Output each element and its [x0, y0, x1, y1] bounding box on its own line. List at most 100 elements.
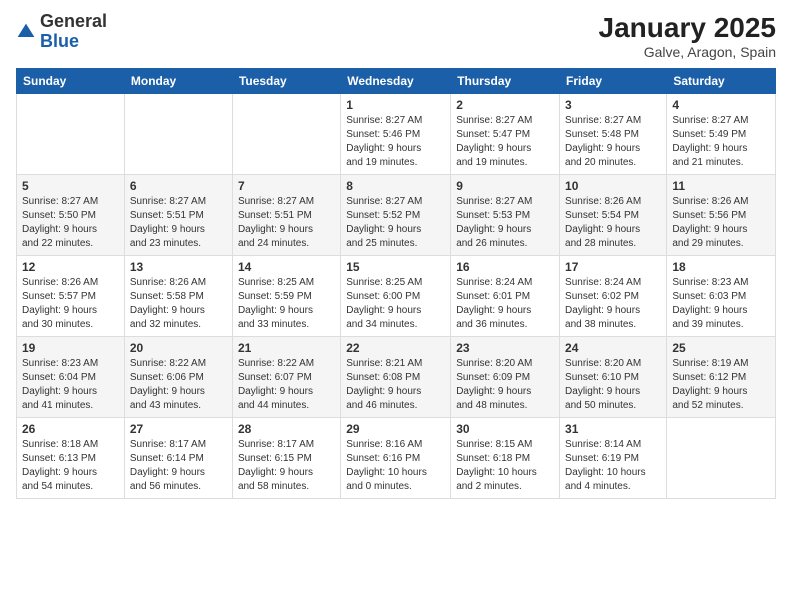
- day-info: Sunrise: 8:26 AM Sunset: 5:56 PM Dayligh…: [672, 195, 770, 251]
- day-info: Sunrise: 8:16 AM Sunset: 6:16 PM Dayligh…: [346, 438, 445, 494]
- day-number: 13: [130, 260, 227, 274]
- day-number: 26: [22, 422, 119, 436]
- day-number: 17: [565, 260, 661, 274]
- table-row: 28 Sunrise: 8:17 AM Sunset: 6:15 PM Dayli…: [232, 418, 340, 499]
- table-row: 2 Sunrise: 8:27 AM Sunset: 5:47 PM Daylig…: [451, 94, 560, 175]
- calendar-week-row: 12Sunrise: 8:26 AM Sunset: 5:57 PM Dayli…: [17, 256, 776, 337]
- day-info: Sunrise: 8:23 AM Sunset: 6:03 PM Dayligh…: [672, 276, 770, 332]
- table-row: 31 Sunrise: 8:14 AM Sunset: 6:19 PM Dayli…: [560, 418, 667, 499]
- table-row: [124, 94, 232, 175]
- table-row: 13 Sunrise: 8:26 AM Sunset: 5:58 PM Dayli…: [124, 256, 232, 337]
- col-friday: Friday: [560, 69, 667, 94]
- table-row: 10Sunrise: 8:26 AM Sunset: 5:54 PM Dayli…: [560, 175, 667, 256]
- day-number: 7: [238, 179, 335, 193]
- day-info: Sunrise: 8:26 AM Sunset: 5:58 PM Dayligh…: [130, 276, 227, 332]
- day-info: Sunrise: 8:21 AM Sunset: 6:08 PM Dayligh…: [346, 357, 445, 413]
- day-info: Sunrise: 8:27 AM Sunset: 5:51 PM Dayligh…: [130, 195, 227, 251]
- day-number: 30: [456, 422, 554, 436]
- day-info: Sunrise: 8:27 AM Sunset: 5:48 PM Dayligh…: [565, 114, 661, 170]
- day-info: Sunrise: 8:25 AM Sunset: 6:00 PM Dayligh…: [346, 276, 445, 332]
- day-number: 22: [346, 341, 445, 355]
- logo-blue: Blue: [40, 31, 79, 51]
- day-info: Sunrise: 8:24 AM Sunset: 6:01 PM Dayligh…: [456, 276, 554, 332]
- table-row: 9Sunrise: 8:27 AM Sunset: 5:53 PM Daylig…: [451, 175, 560, 256]
- title-block: January 2025 Galve, Aragon, Spain: [599, 12, 776, 60]
- col-tuesday: Tuesday: [232, 69, 340, 94]
- calendar-week-row: 26 Sunrise: 8:18 AM Sunset: 6:13 PM Dayli…: [17, 418, 776, 499]
- day-info: Sunrise: 8:18 AM Sunset: 6:13 PM Dayligh…: [22, 438, 119, 494]
- table-row: 8 Sunrise: 8:27 AM Sunset: 5:52 PM Daylig…: [341, 175, 451, 256]
- day-number: 27: [130, 422, 227, 436]
- table-row: 12Sunrise: 8:26 AM Sunset: 5:57 PM Dayli…: [17, 256, 125, 337]
- day-info: Sunrise: 8:27 AM Sunset: 5:46 PM Dayligh…: [346, 114, 445, 170]
- day-number: 8: [346, 179, 445, 193]
- day-info: Sunrise: 8:23 AM Sunset: 6:04 PM Dayligh…: [22, 357, 119, 413]
- table-row: 7 Sunrise: 8:27 AM Sunset: 5:51 PM Daylig…: [232, 175, 340, 256]
- day-number: 19: [22, 341, 119, 355]
- logo-icon: [16, 22, 36, 42]
- day-info: Sunrise: 8:19 AM Sunset: 6:12 PM Dayligh…: [672, 357, 770, 413]
- table-row: 6Sunrise: 8:27 AM Sunset: 5:51 PM Daylig…: [124, 175, 232, 256]
- table-row: 26 Sunrise: 8:18 AM Sunset: 6:13 PM Dayli…: [17, 418, 125, 499]
- day-info: Sunrise: 8:14 AM Sunset: 6:19 PM Dayligh…: [565, 438, 661, 494]
- table-row: 23 Sunrise: 8:20 AM Sunset: 6:09 PM Dayli…: [451, 337, 560, 418]
- calendar-week-row: 1 Sunrise: 8:27 AM Sunset: 5:46 PM Daylig…: [17, 94, 776, 175]
- col-sunday: Sunday: [17, 69, 125, 94]
- table-row: 11 Sunrise: 8:26 AM Sunset: 5:56 PM Dayli…: [667, 175, 776, 256]
- table-row: 24Sunrise: 8:20 AM Sunset: 6:10 PM Dayli…: [560, 337, 667, 418]
- calendar-header-row: Sunday Monday Tuesday Wednesday Thursday…: [17, 69, 776, 94]
- day-number: 23: [456, 341, 554, 355]
- day-number: 24: [565, 341, 661, 355]
- day-info: Sunrise: 8:17 AM Sunset: 6:15 PM Dayligh…: [238, 438, 335, 494]
- day-number: 18: [672, 260, 770, 274]
- calendar-title: January 2025: [599, 12, 776, 44]
- table-row: 18 Sunrise: 8:23 AM Sunset: 6:03 PM Dayli…: [667, 256, 776, 337]
- day-number: 2: [456, 98, 554, 112]
- day-info: Sunrise: 8:27 AM Sunset: 5:49 PM Dayligh…: [672, 114, 770, 170]
- day-number: 31: [565, 422, 661, 436]
- day-number: 11: [672, 179, 770, 193]
- calendar-subtitle: Galve, Aragon, Spain: [599, 44, 776, 60]
- day-number: 21: [238, 341, 335, 355]
- day-number: 1: [346, 98, 445, 112]
- day-info: Sunrise: 8:22 AM Sunset: 6:06 PM Dayligh…: [130, 357, 227, 413]
- day-number: 15: [346, 260, 445, 274]
- table-row: 4Sunrise: 8:27 AM Sunset: 5:49 PM Daylig…: [667, 94, 776, 175]
- header: General Blue January 2025 Galve, Aragon,…: [16, 12, 776, 60]
- table-row: 17 Sunrise: 8:24 AM Sunset: 6:02 PM Dayli…: [560, 256, 667, 337]
- day-info: Sunrise: 8:24 AM Sunset: 6:02 PM Dayligh…: [565, 276, 661, 332]
- day-info: Sunrise: 8:26 AM Sunset: 5:57 PM Dayligh…: [22, 276, 119, 332]
- day-info: Sunrise: 8:22 AM Sunset: 6:07 PM Dayligh…: [238, 357, 335, 413]
- table-row: 19 Sunrise: 8:23 AM Sunset: 6:04 PM Dayli…: [17, 337, 125, 418]
- table-row: 15 Sunrise: 8:25 AM Sunset: 6:00 PM Dayli…: [341, 256, 451, 337]
- table-row: 3Sunrise: 8:27 AM Sunset: 5:48 PM Daylig…: [560, 94, 667, 175]
- day-number: 20: [130, 341, 227, 355]
- table-row: [17, 94, 125, 175]
- logo-general: General: [40, 11, 107, 31]
- calendar-week-row: 5Sunrise: 8:27 AM Sunset: 5:50 PM Daylig…: [17, 175, 776, 256]
- day-number: 16: [456, 260, 554, 274]
- day-info: Sunrise: 8:27 AM Sunset: 5:51 PM Dayligh…: [238, 195, 335, 251]
- day-info: Sunrise: 8:15 AM Sunset: 6:18 PM Dayligh…: [456, 438, 554, 494]
- day-info: Sunrise: 8:27 AM Sunset: 5:52 PM Dayligh…: [346, 195, 445, 251]
- col-saturday: Saturday: [667, 69, 776, 94]
- table-row: 25Sunrise: 8:19 AM Sunset: 6:12 PM Dayli…: [667, 337, 776, 418]
- table-row: 5Sunrise: 8:27 AM Sunset: 5:50 PM Daylig…: [17, 175, 125, 256]
- day-info: Sunrise: 8:27 AM Sunset: 5:47 PM Dayligh…: [456, 114, 554, 170]
- table-row: 20 Sunrise: 8:22 AM Sunset: 6:06 PM Dayli…: [124, 337, 232, 418]
- table-row: 30 Sunrise: 8:15 AM Sunset: 6:18 PM Dayli…: [451, 418, 560, 499]
- day-info: Sunrise: 8:27 AM Sunset: 5:50 PM Dayligh…: [22, 195, 119, 251]
- day-info: Sunrise: 8:25 AM Sunset: 5:59 PM Dayligh…: [238, 276, 335, 332]
- table-row: 14Sunrise: 8:25 AM Sunset: 5:59 PM Dayli…: [232, 256, 340, 337]
- day-number: 10: [565, 179, 661, 193]
- table-row: [232, 94, 340, 175]
- page: General Blue January 2025 Galve, Aragon,…: [0, 0, 792, 612]
- table-row: 27Sunrise: 8:17 AM Sunset: 6:14 PM Dayli…: [124, 418, 232, 499]
- day-info: Sunrise: 8:20 AM Sunset: 6:09 PM Dayligh…: [456, 357, 554, 413]
- table-row: 22 Sunrise: 8:21 AM Sunset: 6:08 PM Dayli…: [341, 337, 451, 418]
- day-number: 28: [238, 422, 335, 436]
- table-row: 16 Sunrise: 8:24 AM Sunset: 6:01 PM Dayli…: [451, 256, 560, 337]
- table-row: 21 Sunrise: 8:22 AM Sunset: 6:07 PM Dayli…: [232, 337, 340, 418]
- table-row: [667, 418, 776, 499]
- table-row: 29Sunrise: 8:16 AM Sunset: 6:16 PM Dayli…: [341, 418, 451, 499]
